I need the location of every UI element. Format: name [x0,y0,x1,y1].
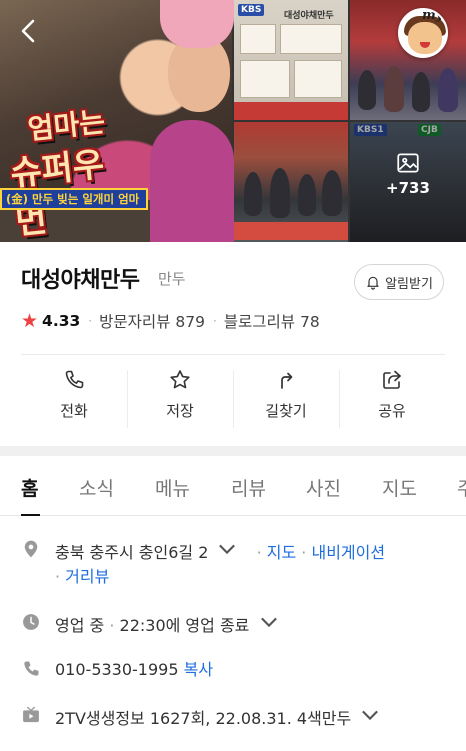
save-button[interactable]: 저장 [127,368,233,430]
map-link[interactable]: 지도 [267,543,296,562]
back-button[interactable] [14,16,44,46]
tab-reviews[interactable]: 리뷰 [231,474,266,501]
visitor-reviews-link[interactable]: 방문자리뷰 879 [99,310,205,332]
share-button[interactable]: 공유 [339,368,445,430]
place-name: 대성야채만두 [21,268,140,293]
photo-caption: (金) 만두 빚는 일개미 엄마 [0,188,148,210]
rating-score: 4.33 [42,312,81,330]
tv-info-text: 2TV생생정보 1627회, 22.08.31. 4색만두 [55,709,352,728]
hours-detail: 22:30에 영업 종료 [119,616,250,635]
divider [21,354,445,355]
phone-number[interactable]: 010-5330-1995 [55,660,179,679]
rating-row: ★ 4.33 · 방문자리뷰 879 · 블로그리뷰 78 [21,309,320,332]
action-bar: 전화 저장 길찾기 공유 [21,368,445,430]
chevron-down-icon[interactable] [217,539,237,559]
tab-menu[interactable]: 메뉴 [155,474,190,501]
star-outline-icon [170,370,190,389]
tab-map[interactable]: 지도 [382,474,417,501]
address-row: 충북 충주시 충인6길 2 · 지도 · 내비게이션 · 거리뷰 [21,538,451,589]
photo-title-overlay: 엄마는 슈퍼우먼 [8,105,107,242]
my-profile-avatar[interactable]: my [398,8,448,58]
copy-phone-button[interactable]: 복사 [184,660,213,679]
phone-row: 010-5330-1995 복사 [21,658,451,682]
photo-gallery[interactable]: 엄마는 슈퍼우먼 (金) 만두 빚는 일개미 엄마 KBS 대성야채만두 KBS… [0,0,466,242]
chevron-down-icon[interactable] [259,612,279,632]
hours-row[interactable]: 영업 중 · 22:30에 영업 종료 [21,611,451,638]
tab-bar: 홈 소식 메뉴 리뷰 사진 지도 주 [0,456,466,516]
tv-icon [23,706,39,723]
tab-news[interactable]: 소식 [79,474,114,501]
chevron-left-icon [21,19,35,43]
location-pin-icon [24,540,38,558]
clock-icon [23,614,39,630]
phone-icon [65,370,84,389]
more-photos-button[interactable]: +733 [350,150,466,197]
tab-home[interactable]: 홈 [21,474,38,501]
tab-photos[interactable]: 사진 [306,474,341,501]
street-view-link[interactable]: 거리뷰 [65,567,109,586]
place-category: 만두 [158,270,186,288]
share-icon [383,370,401,389]
section-divider [0,446,466,456]
active-tab-indicator [21,514,40,516]
tv-info-row[interactable]: 2TV생생정보 1627회, 22.08.31. 4색만두 [21,704,451,731]
my-label-icon: my [422,8,444,23]
call-button[interactable]: 전화 [21,368,127,430]
photo-thumb[interactable]: KBS 대성야채만두 [234,0,348,120]
tab-more[interactable]: 주 [457,474,466,501]
chevron-down-icon[interactable] [360,705,380,725]
directions-button[interactable]: 길찾기 [233,368,339,430]
notify-button[interactable]: 알림받기 [354,264,444,300]
blog-reviews-link[interactable]: 블로그리뷰 78 [224,310,320,332]
bell-icon [367,276,379,290]
photo-thumb[interactable] [234,122,348,242]
phone-icon [24,661,39,676]
star-icon: ★ [21,309,39,332]
image-icon [397,153,419,173]
hours-status: 영업 중 [55,616,105,635]
directions-icon [281,372,293,389]
address-text[interactable]: 충북 충주시 충인6길 2 [55,543,208,562]
navigation-link[interactable]: 내비게이션 [311,543,385,562]
